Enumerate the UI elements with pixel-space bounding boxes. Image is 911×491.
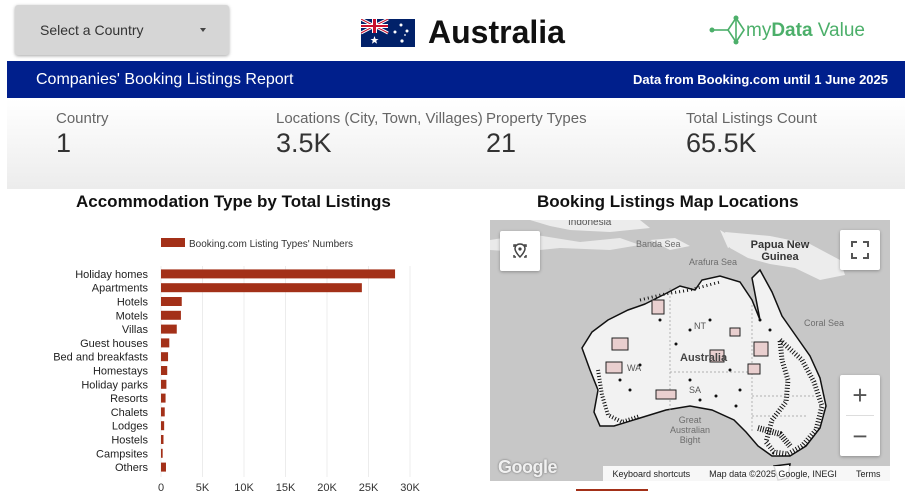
australia-flag-icon [361,19,415,47]
kpi-country: Country 1 [56,110,109,159]
kpi-value: 21 [486,128,517,158]
logo-prefix: my [746,20,772,41]
logo-suffix: Value [812,20,865,41]
zoom-out-button[interactable]: − [840,416,880,456]
x-tick-label: 5K [196,482,210,491]
bar [161,283,362,293]
kpi-value: 3.5K [276,128,332,158]
kpi-property-types: Property Types 21 [486,110,587,159]
category-label: Resorts [110,393,148,405]
category-label: Holiday homes [75,269,148,281]
x-tick-label: 0 [158,482,164,491]
booking-listings-map[interactable]: Indonesia Banda Sea Arafura Sea Papua Ne… [490,220,890,481]
google-logo: Google [498,457,558,477]
chart-title: Accommodation Type by Total Listings [76,192,391,211]
kpi-label: Property Types [486,110,587,127]
x-tick-label: 10K [234,482,254,491]
category-label: Bed and breakfasts [53,352,148,364]
kpi-value: 65.5K [686,128,757,158]
map-label-wa: WA [627,363,642,373]
bar [161,407,165,417]
category-label: Villas [122,324,149,336]
data-source-note: Data from Booking.com until 1 June 2025 [633,72,888,87]
kpi-label: Country [56,110,109,127]
map-footer: Keyboard shortcuts Map data ©2025 Google… [603,466,890,481]
map-label-papua-new-guinea: Papua New Guinea [750,239,810,263]
bar [161,421,165,431]
keyboard-shortcuts-link[interactable]: Keyboard shortcuts [613,469,691,479]
report-banner: Companies' Booking Listings Report Data … [7,61,905,98]
category-label: Apartments [92,283,149,295]
kpi-label: Locations (City, Town, Villages) [276,110,483,127]
report-title: Companies' Booking Listings Report [36,70,294,88]
bar [161,379,167,389]
bar [161,338,170,348]
category-label: Others [115,462,149,474]
bar [161,393,166,403]
country-title: Australia [428,14,565,50]
bar [161,448,163,458]
bar [161,366,168,375]
legend-label: Booking.com Listing Types' Numbers [189,239,353,250]
x-tick-label: 25K [359,482,379,491]
bar [161,310,181,320]
map-label-great-australian-bight: Great Australian Bight [669,415,711,445]
bar [161,269,396,279]
logo-text: myData Value [746,20,865,42]
kpi-locations: Locations (City, Town, Villages) 3.5K [276,110,483,159]
category-label: Holiday parks [81,379,148,391]
bar [161,435,164,444]
bar [161,352,169,362]
country-select-label: Select a Country [40,22,144,38]
x-tick-label: 15K [276,482,296,491]
zoom-in-button[interactable]: + [840,375,880,415]
locate-button[interactable] [500,231,540,271]
category-label: Motels [116,310,149,322]
bar [161,462,166,472]
dashboard: Select a Country Australia myData Value … [0,0,911,491]
logo-bold: Data [771,20,813,41]
legend-swatch [161,238,185,247]
category-label: Guest houses [80,338,148,350]
category-label: Hostels [111,435,148,447]
map-label-arafura-sea: Arafura Sea [689,257,738,267]
terms-link[interactable]: Terms [856,469,881,479]
map-data-attribution: Map data ©2025 Google, INEGI [709,468,837,479]
accommodation-bar-chart: Booking.com Listing Types' Numbers 0 5K 10K… [53,238,420,491]
caret-down-icon [200,28,206,32]
category-label: Lodges [112,421,149,433]
x-tick-label: 20K [317,482,337,491]
map-label-banda-sea: Banda Sea [636,239,681,249]
country-select-dropdown[interactable]: Select a Country [15,5,229,55]
kpi-band: Country 1 Locations (City, Town, Village… [7,99,905,189]
map-label-australia: Australia [680,352,728,364]
map-title: Booking Listings Map Locations [537,192,799,211]
bar [161,324,177,334]
fullscreen-button[interactable] [840,230,880,270]
category-label: Chalets [111,407,149,419]
kpi-label: Total Listings Count [686,110,817,127]
map-label-coral-sea: Coral Sea [804,318,845,328]
x-tick-label: 30K [400,482,420,491]
map-label-sa: SA [689,385,702,395]
bar [161,297,182,306]
fullscreen-icon [851,241,869,259]
category-label: Homestays [93,366,149,378]
locate-icon [513,243,527,259]
kpi-value: 1 [56,128,72,158]
category-label: Campsites [96,448,148,460]
map-label-nt: NT [694,321,706,331]
category-label: Hotels [117,297,149,309]
zoom-controls: + − [840,375,880,456]
map-label-indonesia: Indonesia [568,220,612,228]
kpi-total-listings: Total Listings Count 65.5K [686,110,817,159]
